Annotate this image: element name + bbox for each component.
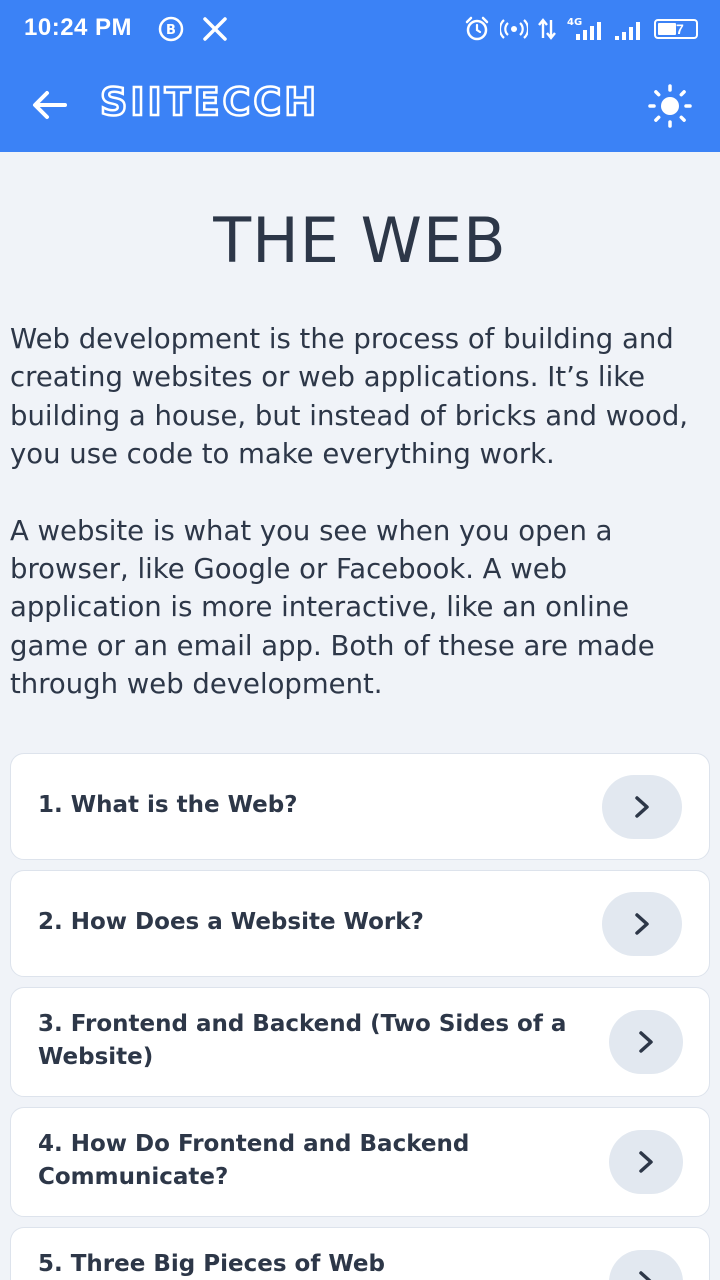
theme-toggle-button[interactable] bbox=[644, 80, 696, 132]
topic-card[interactable]: 5. Three Big Pieces of Web bbox=[10, 1227, 710, 1280]
sun-icon bbox=[648, 84, 692, 128]
topic-card[interactable]: 2. How Does a Website Work? bbox=[10, 870, 710, 977]
topic-label: 2. How Does a Website Work? bbox=[38, 909, 424, 935]
topic-label: 1. What is the Web? bbox=[38, 792, 298, 818]
back-button[interactable] bbox=[28, 86, 72, 124]
app-bar: SIITECCH bbox=[0, 58, 720, 152]
arrow-left-icon bbox=[33, 91, 67, 119]
chevron-right-icon bbox=[635, 796, 649, 818]
intro-paragraph: Web development is the process of buildi… bbox=[10, 323, 689, 471]
chevron-right-button[interactable] bbox=[609, 1130, 683, 1194]
topic-label: 3. Frontend and Backend (Two Sides of a … bbox=[38, 1011, 567, 1070]
topic-label: 5. Three Big Pieces of Web bbox=[38, 1251, 385, 1277]
chevron-right-icon bbox=[635, 913, 649, 935]
svg-text:B: B bbox=[166, 23, 176, 38]
b-circle-icon: B bbox=[156, 13, 186, 45]
chevron-right-icon bbox=[639, 1151, 653, 1173]
svg-text:4G: 4G bbox=[567, 17, 582, 28]
hotspot-icon bbox=[500, 19, 528, 39]
battery-percent: 47 bbox=[668, 21, 684, 37]
chevron-right-button[interactable] bbox=[609, 1010, 683, 1074]
intro-text: Web development is the process of buildi… bbox=[10, 320, 710, 742]
chevron-right-button[interactable] bbox=[602, 892, 682, 956]
topic-label: 4. How Do Frontend and Backend Communica… bbox=[38, 1131, 470, 1190]
page-title: THE WEB bbox=[213, 204, 507, 277]
x-logo-icon bbox=[200, 13, 230, 45]
signal-icon bbox=[615, 22, 640, 40]
status-bar: 10:24 PM B 4G 47 bbox=[0, 0, 720, 58]
chevron-right-button[interactable] bbox=[609, 1250, 683, 1280]
battery-icon: 47 bbox=[654, 19, 698, 39]
data-arrows-icon bbox=[538, 18, 556, 40]
chevron-right-button[interactable] bbox=[602, 775, 682, 839]
chevron-right-icon bbox=[639, 1271, 652, 1280]
brand-logo: SIITECCH bbox=[99, 79, 320, 126]
signal-4g-icon: 4G bbox=[567, 17, 601, 40]
topic-card[interactable]: 1. What is the Web? bbox=[10, 753, 710, 860]
status-right-icons: 4G 47 bbox=[464, 13, 698, 45]
intro-paragraph: A website is what you see when you open … bbox=[10, 514, 655, 701]
chevron-right-icon bbox=[639, 1031, 653, 1053]
alarm-icon bbox=[465, 16, 489, 41]
topic-card[interactable]: 4. How Do Frontend and Backend Communica… bbox=[10, 1107, 710, 1217]
status-time: 10:24 PM bbox=[24, 14, 133, 41]
topic-card[interactable]: 3. Frontend and Backend (Two Sides of a … bbox=[10, 987, 710, 1097]
